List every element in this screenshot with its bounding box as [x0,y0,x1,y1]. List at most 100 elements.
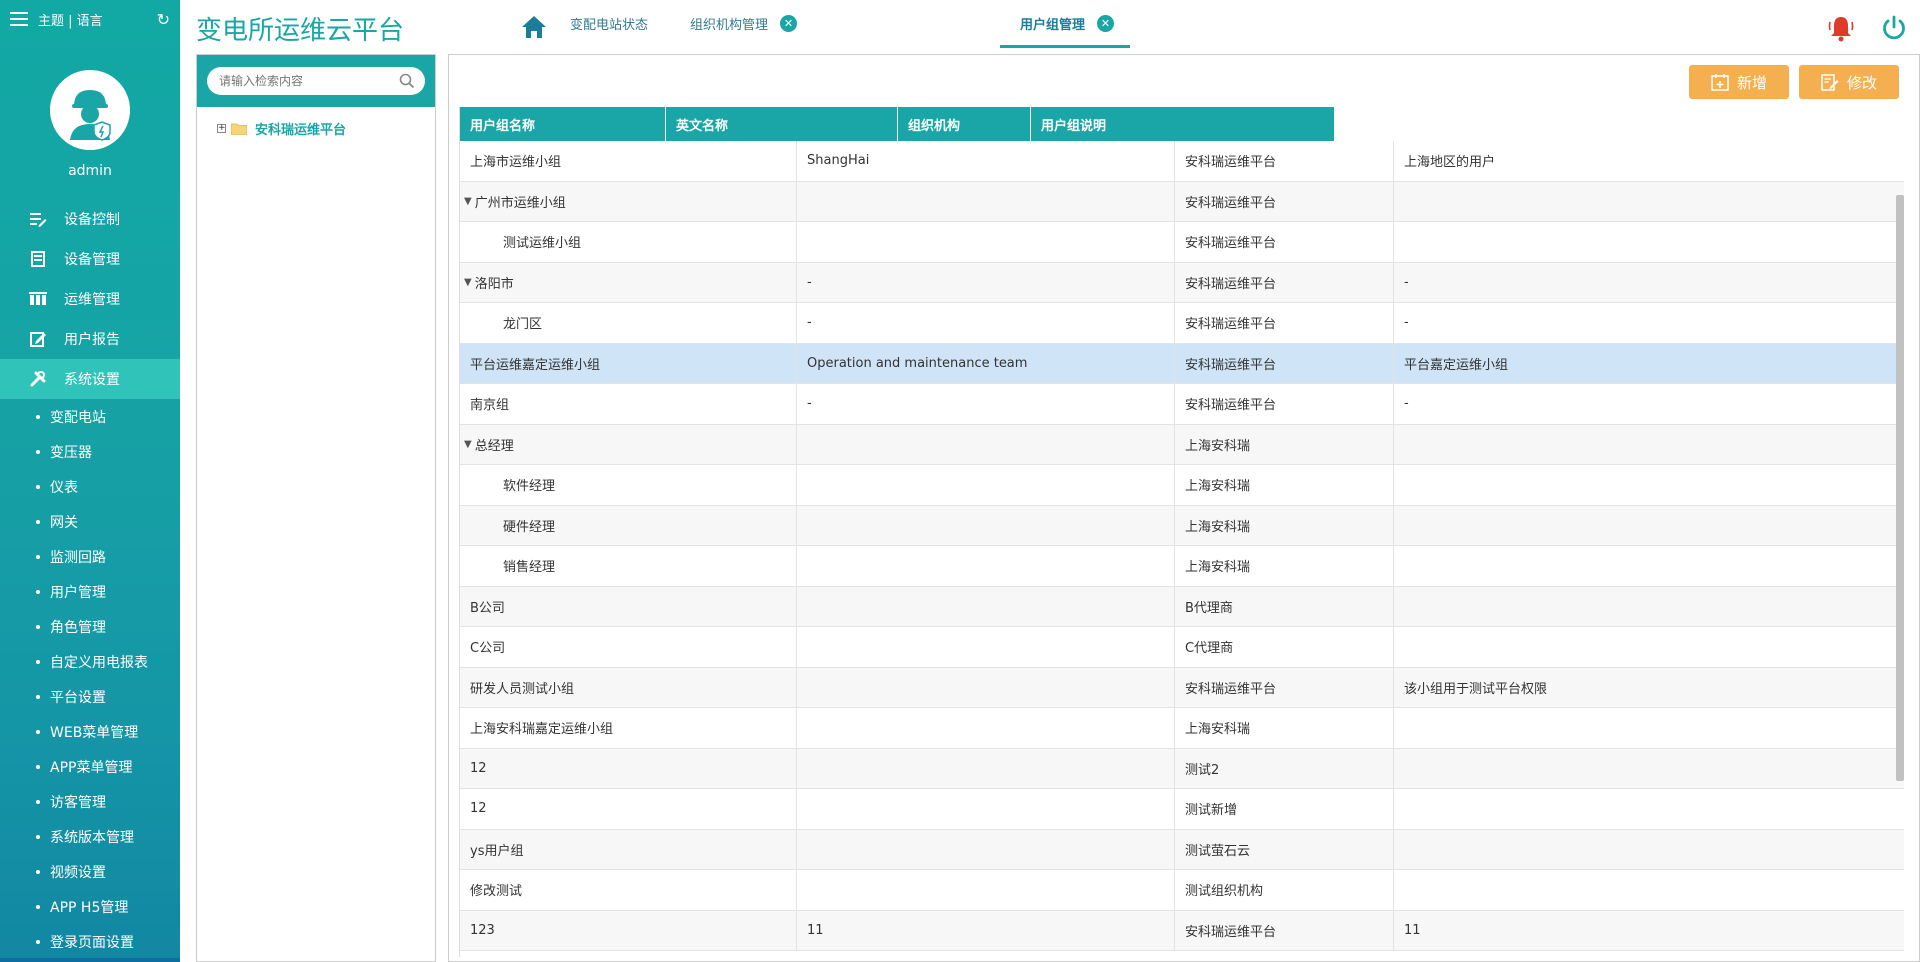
submenu-item[interactable]: 系统版本管理 [0,819,180,854]
submenu-item[interactable]: 登录页面设置 [0,924,180,959]
table-cell: 11 [797,910,1175,950]
cell-text: 安科瑞运维平台 [1185,236,1277,252]
submenu-item[interactable]: 访客管理 [0,784,180,819]
submenu-item[interactable]: 监测回路 [0,539,180,574]
table-cell: - [797,262,1175,302]
table-cell [797,789,1175,829]
search-icon[interactable] [399,73,415,89]
table-scrollbar[interactable] [1896,195,1904,781]
submenu-item[interactable]: 角色管理 [0,609,180,644]
table-cell [1394,749,1893,789]
home-icon[interactable] [520,14,548,40]
table-row[interactable]: 龙门区 - 安科瑞运维平台 - [460,303,1904,344]
bullet-icon [36,834,40,839]
column-header-organization[interactable]: 组织机构 [898,107,1031,141]
submenu-item-label: 自定义用电报表 [50,654,148,671]
table-cell: 上海安科瑞 [1175,505,1394,545]
tree-toggle-icon[interactable]: ▼ [464,196,472,207]
table-cell: 安科瑞运维平台 [1175,262,1394,302]
close-icon[interactable]: ✕ [1097,15,1115,32]
table-row[interactable]: 12 测试新增 [460,789,1904,830]
table-row[interactable]: C公司 C代理商 [460,627,1904,668]
cell-text: 11 [1404,922,1421,938]
active-tab-indicator [1000,45,1130,48]
submenu-item-label: 系统版本管理 [50,829,134,846]
table-row[interactable]: 修改测试 测试组织机构 [460,870,1904,911]
close-icon[interactable]: ✕ [780,15,798,32]
add-button[interactable]: 新增 [1689,65,1789,99]
table-cell: - [1394,263,1893,303]
sidebar: 主题 | 语言 ↻ admin 设备控制 设备管理 运维管理 用户报告 系统设置… [0,0,180,962]
submenu-item[interactable]: 变配电站 [0,399,180,434]
power-icon[interactable] [1880,14,1908,42]
table-row[interactable]: 上海安科瑞嘉定运维小组 上海安科瑞 [460,708,1904,749]
sidebar-item-device-manage[interactable]: 设备管理 [0,239,180,279]
submenu-item[interactable]: WEB菜单管理 [0,714,180,749]
submenu-item[interactable]: 变压器 [0,434,180,469]
submenu-item[interactable]: 自定义用电报表 [0,644,180,679]
cell-text: 安科瑞运维平台 [1185,276,1277,292]
submenu-item[interactable]: APP H5管理 [0,889,180,924]
refresh-icon[interactable]: ↻ [157,10,170,29]
submenu-item-label: 变压器 [50,444,92,461]
bell-icon[interactable] [1826,14,1856,42]
column-header-description[interactable]: 用户组说明 [1031,107,1335,141]
table-cell: - [1394,384,1893,424]
sidebar-item-system-settings[interactable]: 系统设置 [0,359,180,399]
table-row[interactable]: 硬件经理 上海安科瑞 [460,505,1904,546]
table-row[interactable]: ▼ 洛阳市 - 安科瑞运维平台 - [460,262,1904,303]
cell-text: 测试运维小组 [503,236,582,252]
submenu-item[interactable]: 用户管理 [0,574,180,609]
cell-text: 研发人员测试小组 [470,681,575,697]
table-row[interactable]: ys用户组 测试萤石云 [460,829,1904,870]
bullet-icon [36,764,40,769]
table-cell: - [1394,303,1893,343]
table-cell: ▼ 总经理 [460,424,797,464]
table-row[interactable]: 研发人员测试小组 安科瑞运维平台 该小组用于测试平台权限 [460,667,1904,708]
bullet-icon [36,659,40,664]
submenu-item[interactable]: 网关 [0,504,180,539]
table-row[interactable]: 123 11 安科瑞运维平台 11 [460,910,1904,951]
expand-icon[interactable]: + [217,124,226,133]
column-header-english-name[interactable]: 英文名称 [666,107,898,141]
sidebar-item-report[interactable]: 用户报告 [0,319,180,359]
table-cell: ▼ 洛阳市 [460,262,797,302]
tab-label: 用户组管理 [1020,18,1086,33]
tab-substation-status[interactable]: 变配电站状态 [570,14,648,33]
theme-language-link[interactable]: 主题 | 语言 [38,10,103,29]
table-row[interactable]: 南京组 - 安科瑞运维平台 - [460,384,1904,425]
cell-text: 11 [807,922,824,938]
table-row[interactable]: 12 测试2 [460,748,1904,789]
table-row[interactable]: 销售经理 上海安科瑞 [460,546,1904,587]
table-row[interactable]: ▼ 总经理 上海安科瑞 [460,424,1904,465]
cell-text: 平台运维嘉定运维小组 [470,357,601,373]
tab-org-manage[interactable]: 组织机构管理 ✕ [690,14,798,33]
submenu-item-label: 网关 [50,514,78,531]
submenu-item[interactable]: 平台设置 [0,679,180,714]
tree-toggle-icon[interactable]: ▼ [464,439,472,450]
table-row[interactable]: 测试运维小组 安科瑞运维平台 [460,222,1904,263]
edit-button[interactable]: 修改 [1799,65,1899,99]
table-cell: ShangHai [797,141,1175,181]
sidebar-item-device-control[interactable]: 设备控制 [0,199,180,239]
submenu-item[interactable]: 仪表 [0,469,180,504]
table-row[interactable]: 软件经理 上海安科瑞 [460,465,1904,506]
tree-node-root[interactable]: + 安科瑞运维平台 [217,119,346,138]
table-cell: - [797,303,1175,343]
table-row[interactable]: B公司 B代理商 [460,586,1904,627]
hamburger-menu-icon[interactable] [10,12,28,26]
report-icon [28,329,48,349]
submenu-item[interactable]: APP菜单管理 [0,749,180,784]
tab-user-group-manage[interactable]: 用户组管理 ✕ [1020,14,1115,33]
table-row[interactable]: ▼ 广州市运维小组 安科瑞运维平台 [460,181,1904,222]
table-cell: 安科瑞运维平台 [1175,141,1394,181]
table-row[interactable]: 平台运维嘉定运维小组 Operation and maintenance team… [460,343,1904,384]
edit-icon [1821,73,1839,91]
sidebar-item-ops-manage[interactable]: 运维管理 [0,279,180,319]
column-header-group-name[interactable]: 用户组名称 [460,107,666,141]
cell-text: 安科瑞运维平台 [1185,155,1277,171]
submenu-item[interactable]: 视频设置 [0,854,180,889]
tree-toggle-icon[interactable]: ▼ [464,277,472,288]
table-row[interactable]: 上海市运维小组 ShangHai 安科瑞运维平台 上海地区的用户 [460,141,1904,182]
tree-search-input[interactable] [207,67,425,95]
